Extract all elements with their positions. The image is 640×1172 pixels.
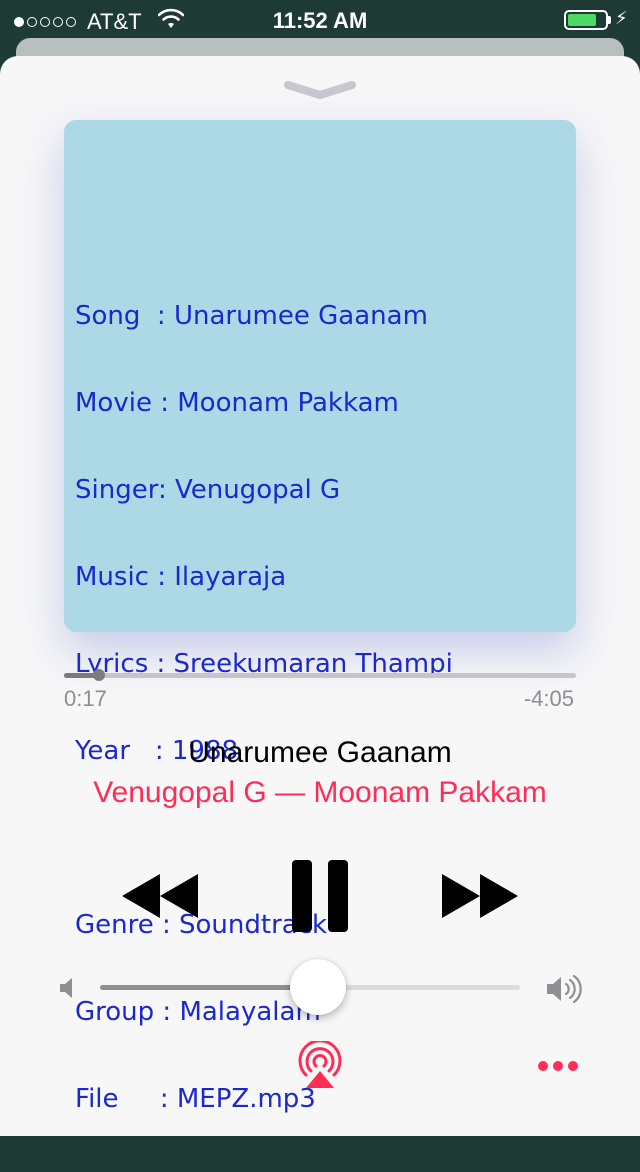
artwork-line: Singer: Venugopal G [75,475,341,505]
artist-album[interactable]: Venugopal G — Moonam Pakkam [0,776,640,810]
artwork-text: Song : Unarumee Gaanam Movie : Moonam Pa… [75,244,453,1172]
status-time: 11:52 AM [272,8,368,33]
album-artwork: Song : Unarumee Gaanam Movie : Moonam Pa… [64,120,576,1114]
artwork-line: Movie : Moonam Pakkam [75,388,399,418]
volume-knob[interactable] [290,959,347,1015]
more-icon[interactable] [538,1061,578,1071]
airplay-icon[interactable] [296,1041,344,1089]
playback-scrubber-knob[interactable] [92,669,105,681]
remaining-time: -4:05 [523,686,574,711]
status-bar: AT&T 11:52 AM ⚡ [0,0,640,40]
playback-scrubber[interactable] [64,669,576,681]
rewind-icon[interactable] [122,874,198,918]
fast-forward-icon[interactable] [442,874,518,918]
volume-high-icon [547,974,582,1004]
pause-icon[interactable] [292,860,348,932]
volume-slider[interactable] [100,959,520,1015]
volume-low-icon [60,978,72,998]
battery-icon [564,10,608,30]
now-playing-sheet: Song : Unarumee Gaanam Movie : Moonam Pa… [0,56,640,1136]
song-title: Unarumee Gaanam [188,736,452,769]
artwork-line: File : MEPZ.mp3 [75,1084,316,1114]
elapsed-time: 0:17 [64,686,107,711]
battery-level [568,14,596,26]
artwork-line: Music : Ilayaraja [75,562,287,592]
artwork-line: Song : Unarumee Gaanam [75,301,428,331]
battery-tip [608,16,611,24]
chevron-down-icon[interactable] [284,80,356,100]
artwork-line [75,824,453,853]
charging-bolt-icon: ⚡ [615,8,628,28]
artwork-line: Group : Malayalam [75,997,321,1027]
volume-fill [100,985,319,990]
